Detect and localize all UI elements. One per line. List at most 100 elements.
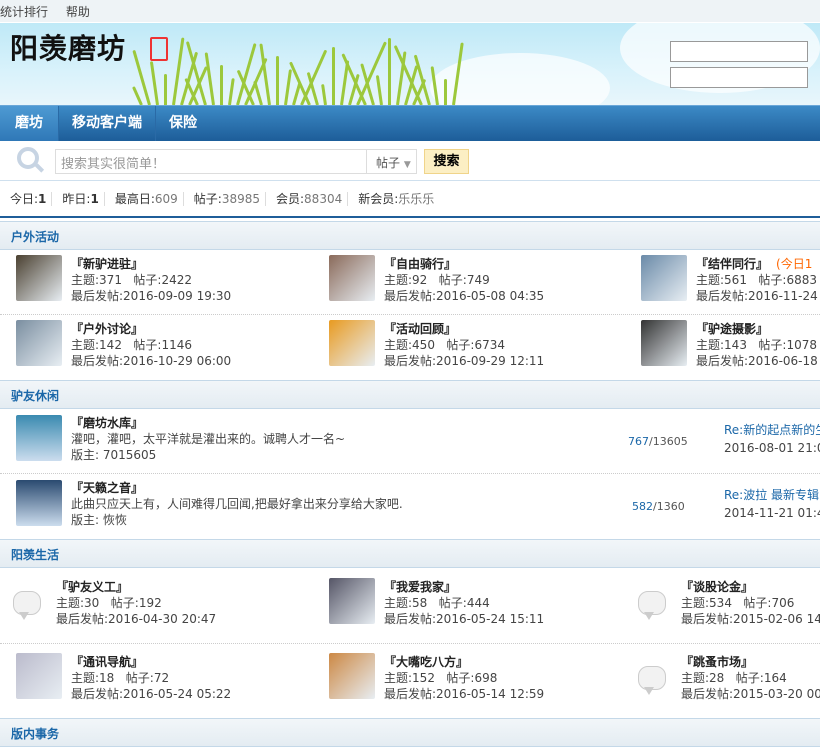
forum-thumbnail[interactable]	[16, 320, 62, 366]
forum-name[interactable]: 『我爱我家』	[384, 580, 456, 594]
tab-insurance[interactable]: 保险	[156, 106, 210, 141]
forum-thumbnail[interactable]	[641, 255, 687, 301]
forum-thumbnail[interactable]	[16, 415, 62, 461]
search-input[interactable]: 搜索其实很简单！	[55, 149, 367, 174]
section-title[interactable]: 户外活动	[11, 230, 59, 244]
last-post[interactable]: 最后发帖:2016-10-29 06:00	[71, 353, 231, 369]
forum-row: 『磨坊水库』 灌吧，灌吧，太平洋就是灌出来的。诚聘人才一名~ 版主: 70156…	[0, 409, 820, 474]
stat-value: 88304	[304, 192, 343, 206]
forum-row: 『驴友义工』 主题:30 帖子:192 最后发帖:2016-04-30 20:4…	[0, 569, 820, 644]
last-post[interactable]: 最后发帖:2016-05-24 05:22	[71, 686, 231, 702]
post-count: 帖子:164	[735, 671, 787, 685]
tab-mobile-client[interactable]: 移动客户端	[59, 106, 156, 141]
forum-name[interactable]: 『结伴同行』	[696, 257, 768, 271]
forum-row: 『户外讨论』 主题:142 帖子:1146 最后发帖:2016-10-29 06…	[0, 315, 820, 380]
grass-blade	[149, 61, 159, 105]
post-count: 帖子:6883	[758, 273, 817, 287]
section-title[interactable]: 版内事务	[11, 727, 59, 741]
grass-blade	[228, 78, 235, 105]
forum-name[interactable]: 『驴友义工』	[56, 580, 128, 594]
forum-default-icon[interactable]	[13, 591, 41, 620]
topic-count: 主题:561	[696, 273, 747, 287]
section-header[interactable]: 阳羡生活	[0, 539, 820, 568]
forum-thumbnail[interactable]	[641, 320, 687, 366]
forum-name[interactable]: 『谈股论金』	[681, 580, 753, 594]
post-count: 帖子:706	[743, 596, 795, 610]
forum-name[interactable]: 『驴途摄影』	[696, 322, 768, 336]
today-count[interactable]: 767	[628, 435, 649, 448]
grass-blade	[164, 74, 167, 105]
password-input[interactable]	[670, 67, 808, 88]
section-header[interactable]: 版内事务	[0, 718, 820, 747]
grass-blade	[220, 65, 223, 105]
stats-ranking-link[interactable]: 统计排行	[0, 5, 48, 19]
post-count: 帖子:192	[110, 596, 162, 610]
section-title[interactable]: 驴友休闲	[11, 389, 59, 403]
username-input[interactable]	[670, 41, 808, 62]
post-count: 帖子:1078	[758, 338, 817, 352]
search-type-select[interactable]: 帖子 ▼	[367, 149, 417, 174]
forum-name[interactable]: 『通讯导航』	[71, 655, 143, 669]
last-post[interactable]: 最后发帖:2016-09-29 12:11	[384, 353, 544, 369]
forum-thumbnail[interactable]	[329, 578, 375, 624]
grass-blade	[444, 79, 447, 105]
stat-item: 昨日:1	[51, 192, 103, 206]
grass-blade	[132, 49, 151, 105]
forum-default-icon[interactable]	[638, 591, 666, 620]
section-header[interactable]: 户外活动	[0, 221, 820, 250]
search-button[interactable]: 搜索	[424, 149, 469, 174]
forum-default-icon[interactable]	[638, 666, 666, 695]
forum-thumbnail[interactable]	[329, 653, 375, 699]
stat-value[interactable]: 乐乐乐	[398, 192, 434, 206]
last-post[interactable]: 最后发帖:2016-06-18 1	[696, 353, 820, 369]
grass-blade	[388, 38, 391, 105]
last-post[interactable]: 最后发帖:2016-05-14 12:59	[384, 686, 544, 702]
last-post[interactable]: 最后发帖:2015-03-20 00:1	[681, 686, 820, 702]
forum-name[interactable]: 『新驴进驻』	[71, 257, 143, 271]
help-link[interactable]: 帮助	[66, 5, 90, 19]
stat-label: 昨日:	[62, 192, 91, 206]
site-logo[interactable]: 阳羡磨坊	[10, 27, 126, 67]
forum-description: 此曲只应天上有，人间难得几回闻,把最好拿出来分享给大家吧.	[71, 497, 403, 511]
stat-item: 帖子:38985	[182, 192, 265, 206]
forum-name[interactable]: 『磨坊水库』	[71, 416, 143, 430]
last-post[interactable]: 最后发帖:2016-04-30 20:47	[56, 611, 216, 627]
last-post[interactable]: 最后发帖:2015-02-06 14:4	[681, 611, 820, 627]
search-bar: 搜索其实很简单！ 帖子 ▼ 搜索	[0, 141, 820, 181]
forum-moderator: 版主: 恢恢	[71, 513, 127, 527]
forum-name[interactable]: 『天籁之音』	[71, 481, 143, 495]
grass-blade	[321, 83, 327, 105]
last-post-link[interactable]: Re:波拉 最新专辑	[724, 488, 819, 502]
grass-blade	[253, 80, 263, 105]
forum-thumbnail[interactable]	[329, 320, 375, 366]
grass-blade	[276, 56, 279, 105]
last-post[interactable]: 最后发帖:2016-09-09 19:30	[71, 288, 231, 304]
section-title[interactable]: 阳羡生活	[11, 548, 59, 562]
forum-name[interactable]: 『户外讨论』	[71, 322, 143, 336]
forum-row: 『通讯导航』 主题:18 帖子:72 最后发帖:2016-05-24 05:22…	[0, 644, 820, 718]
main-nav: 磨坊 移动客户端 保险	[0, 105, 820, 141]
topic-count: 主题:152	[384, 671, 435, 685]
forum-thumbnail[interactable]	[16, 653, 62, 699]
last-post-link[interactable]: Re:新的起点新的生	[724, 423, 820, 437]
forum-thumbnail[interactable]	[16, 255, 62, 301]
last-post[interactable]: 最后发帖:2016-05-24 15:11	[384, 611, 544, 627]
topic-count: 主题:143	[696, 338, 747, 352]
post-count: 帖子:698	[446, 671, 498, 685]
forum-name[interactable]: 『大嘴吃八方』	[384, 655, 468, 669]
last-post[interactable]: 最后发帖:2016-11-24 0	[696, 288, 820, 304]
search-icon	[17, 147, 39, 169]
forum-thumbnail[interactable]	[16, 480, 62, 526]
post-count: 帖子:6734	[446, 338, 505, 352]
forum-name[interactable]: 『活动回顾』	[384, 322, 456, 336]
today-count[interactable]: 582	[632, 500, 653, 513]
tab-mofang[interactable]: 磨坊	[0, 106, 59, 141]
section-header[interactable]: 驴友休闲	[0, 380, 820, 409]
post-count: 帖子:72	[125, 671, 170, 685]
forum-name[interactable]: 『自由骑行』	[384, 257, 456, 271]
forum-thumbnail[interactable]	[329, 255, 375, 301]
post-count: 帖子:749	[438, 273, 490, 287]
forum-name[interactable]: 『跳蚤市场』	[681, 655, 753, 669]
grass-blade	[131, 86, 143, 105]
last-post[interactable]: 最后发帖:2016-05-08 04:35	[384, 288, 544, 304]
